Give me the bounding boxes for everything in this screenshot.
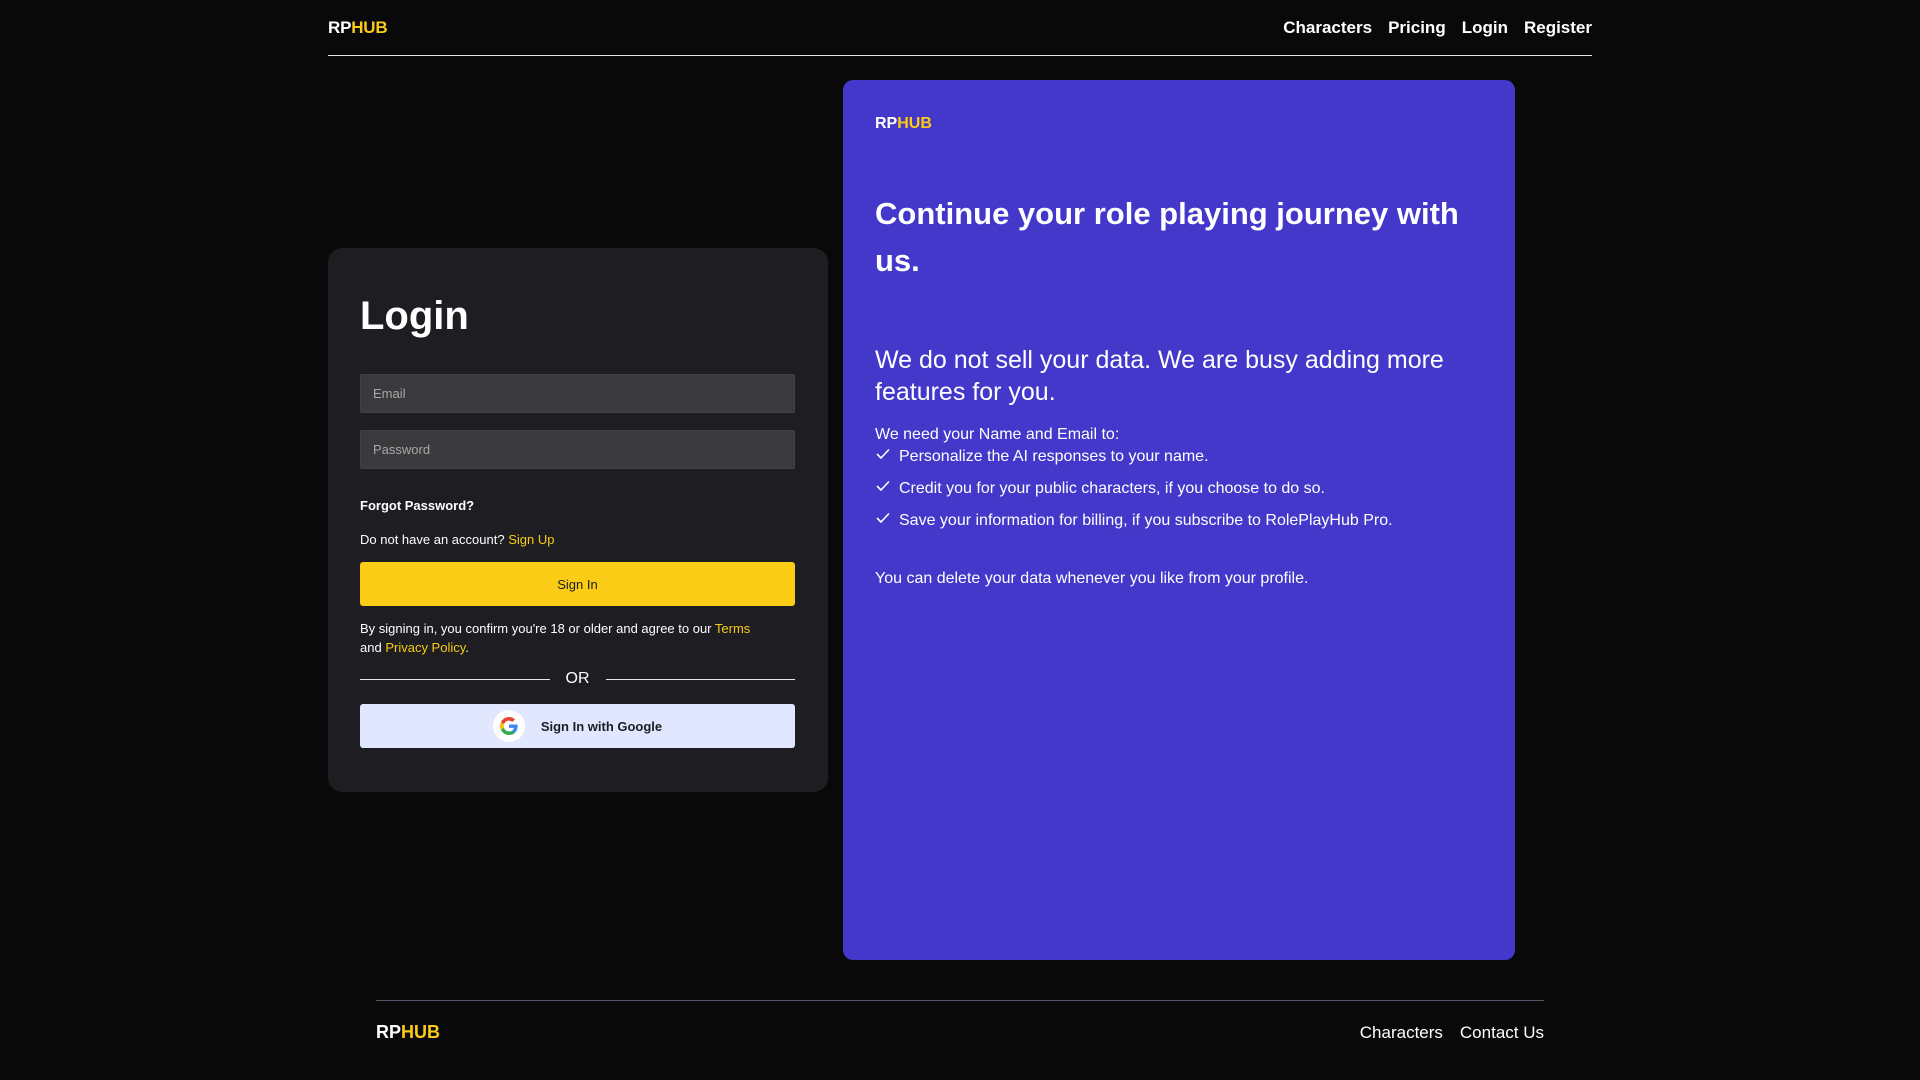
data-needs-intro: We need your Name and Email to: [875,426,1120,443]
header-nav: Characters Pricing Login Register [1283,18,1592,38]
delete-data-note: You can delete your data whenever you li… [875,570,1309,587]
footer-logo-hub: HUB [401,1022,441,1042]
terms-prefix: By signing in, you confirm you're 18 or … [360,621,712,636]
list-item: Credit you for your public characters, i… [875,480,1393,512]
login-title: Login [360,294,469,338]
logo-hub: HUB [351,17,388,37]
check-icon [876,449,890,459]
footer-logo-rp: RP [376,1022,402,1042]
nav-login[interactable]: Login [1462,18,1508,38]
footer-link-characters[interactable]: Characters [1360,1023,1443,1043]
logo-rp: RP [328,17,352,37]
top-header: RPHUB Characters Pricing Login Register [328,0,1592,56]
google-sign-in-button[interactable]: Sign In with Google [360,704,795,748]
panel-logo-rp: RP [875,115,898,132]
list-item: Save your information for billing, if yo… [875,512,1393,544]
email-field[interactable] [360,374,795,413]
divider-line-left [360,678,550,680]
panel-subheading: We do not sell your data. We are busy ad… [875,346,1444,406]
or-divider: OR [360,669,795,689]
sign-in-button[interactable]: Sign In [360,562,795,606]
list-item-text: Credit you for your public characters, i… [899,480,1325,497]
terms-and: and [360,640,382,655]
footer: RPHUB Characters Contact Us [376,1000,1544,1064]
terms-suffix: . [465,640,469,655]
footer-link-contact-us[interactable]: Contact Us [1460,1023,1544,1043]
forgot-password-link[interactable]: Forgot Password? [360,498,474,513]
password-field[interactable] [360,430,795,469]
no-account-text: Do not have an account? [360,532,505,547]
footer-nav: Characters Contact Us [1360,1023,1544,1043]
footer-logo[interactable]: RPHUB [376,1022,440,1043]
or-label: OR [565,670,590,687]
list-item-text: Personalize the AI responses to your nam… [899,448,1209,465]
signup-prompt: Do not have an account? Sign Up [360,532,554,547]
signup-link[interactable]: Sign Up [508,532,554,547]
nav-register[interactable]: Register [1524,18,1592,38]
panel-heading: Continue your role playing journey with … [875,196,1459,278]
terms-link[interactable]: Terms [715,621,750,636]
google-button-label: Sign In with Google [540,718,663,734]
data-uses-list: Personalize the AI responses to your nam… [875,448,1393,544]
terms-notice: By signing in, you confirm you're 18 or … [360,619,795,657]
divider-line-right [605,678,795,680]
nav-pricing[interactable]: Pricing [1388,18,1446,38]
header-logo[interactable]: RPHUB [328,17,388,38]
panel-logo-hub: HUB [897,115,932,132]
panel-logo: RPHUB [875,115,932,133]
privacy-policy-link[interactable]: Privacy Policy [385,640,465,655]
google-g-icon [492,710,525,742]
check-icon [876,513,890,523]
list-item: Personalize the AI responses to your nam… [875,448,1393,480]
check-icon [876,481,890,491]
info-panel: RPHUB Continue your role playing journey… [843,80,1515,960]
nav-characters[interactable]: Characters [1283,18,1372,38]
login-card: Login Forgot Password? Do not have an ac… [328,248,828,792]
list-item-text: Save your information for billing, if yo… [899,512,1393,529]
